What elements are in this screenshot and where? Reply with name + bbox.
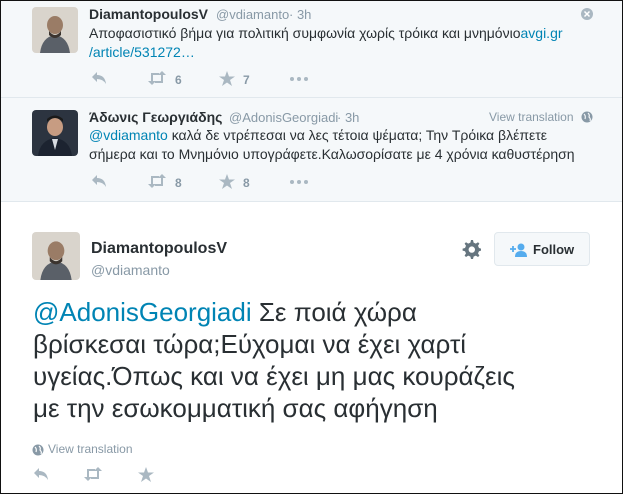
- tweet-text-line2: σήμερα και το Μνημόνιο υπογράφετε.Καλωσο…: [89, 146, 575, 162]
- reply-icon[interactable]: [91, 174, 107, 193]
- reply-icon[interactable]: [91, 71, 107, 90]
- gear-icon[interactable]: [461, 239, 481, 259]
- tweet-text-line2: βρίσκεσαι τώρα;Εύχομαι να έχει χαρτί: [33, 329, 466, 359]
- tweet-text: @AdonisGeorgiadi Σε ποιά χώρα βρίσκεσαι …: [33, 296, 593, 424]
- avatar[interactable]: [32, 110, 78, 156]
- tweet-actions: [33, 467, 173, 485]
- view-translation-link[interactable]: View translation: [48, 442, 133, 456]
- tweet-text: Αποφασιστικό βήμα για πολιτική συμφωνία …: [89, 24, 589, 62]
- timestamp[interactable]: · 3h: [337, 110, 359, 125]
- tweet-conversation: DiamantopoulosV @vdiamanto · 3h Αποφασισ…: [0, 0, 623, 494]
- article-link[interactable]: avgi.gr: [521, 25, 563, 41]
- tweet-text-line1: καλά δε ντρέπεσαι να λες τέτοια ψέματα; …: [167, 127, 548, 143]
- globe-icon: [581, 110, 593, 123]
- author-name[interactable]: Άδωνις Γεωργιάδης: [89, 109, 222, 125]
- author-name[interactable]: DiamantopoulosV: [89, 6, 208, 22]
- tweet-text-line1: Σε ποιά χώρα: [251, 297, 417, 327]
- favorite-count: 8: [243, 176, 250, 190]
- timestamp[interactable]: · 3h: [289, 7, 311, 22]
- star-icon[interactable]: [138, 467, 154, 487]
- tweet-text-line4: με την εσωκομματική σας αφήγηση: [33, 393, 438, 423]
- tweet-text: @vdiamanto καλά δε ντρέπεσαι να λες τέτο…: [89, 126, 589, 164]
- avatar[interactable]: [32, 232, 80, 280]
- reply-icon[interactable]: [33, 467, 49, 486]
- favorite-count: 7: [243, 73, 250, 87]
- tweet-text-line3: υγείας.Όπως και να έχει μη μας κουράζεις: [33, 361, 515, 391]
- author-name[interactable]: DiamantopoulosV: [91, 240, 227, 258]
- tweet-text-body: Αποφασιστικό βήμα για πολιτική συμφωνία …: [89, 25, 521, 41]
- mention-link[interactable]: @vdiamanto: [89, 127, 168, 143]
- more-icon[interactable]: [289, 174, 309, 193]
- retweet-count: 8: [175, 176, 182, 190]
- author-handle[interactable]: @vdiamanto: [91, 262, 170, 278]
- author-handle[interactable]: @AdonisGeorgiadi: [229, 110, 338, 125]
- more-icon[interactable]: [289, 71, 309, 90]
- article-link-path[interactable]: /article/531272…: [89, 44, 195, 60]
- author-handle[interactable]: @vdiamanto: [216, 7, 289, 22]
- close-icon[interactable]: [581, 7, 593, 20]
- retweet-icon[interactable]: [147, 71, 167, 90]
- context-tweet-2[interactable]: Άδωνις Γεωργιάδης @AdonisGeorgiadi · 3h …: [1, 98, 622, 202]
- retweet-count: 6: [175, 73, 182, 87]
- star-icon[interactable]: [219, 174, 235, 194]
- retweet-icon[interactable]: [147, 174, 167, 193]
- tweet-actions: 8 8: [91, 174, 331, 192]
- globe-icon: [32, 443, 44, 456]
- add-user-icon: [510, 243, 528, 262]
- mention-link[interactable]: @AdonisGeorgiadi: [33, 297, 252, 327]
- context-tweet-1[interactable]: DiamantopoulosV @vdiamanto · 3h Αποφασισ…: [1, 1, 622, 98]
- follow-label: Follow: [533, 242, 575, 257]
- retweet-icon[interactable]: [83, 467, 103, 486]
- view-translation-link[interactable]: View translation: [489, 110, 574, 124]
- avatar[interactable]: [32, 7, 78, 53]
- main-tweet: DiamantopoulosV @vdiamanto Follow @Adoni…: [1, 202, 622, 493]
- star-icon[interactable]: [219, 71, 235, 91]
- tweet-actions: 6 7: [91, 71, 331, 89]
- follow-button[interactable]: Follow: [494, 232, 590, 266]
